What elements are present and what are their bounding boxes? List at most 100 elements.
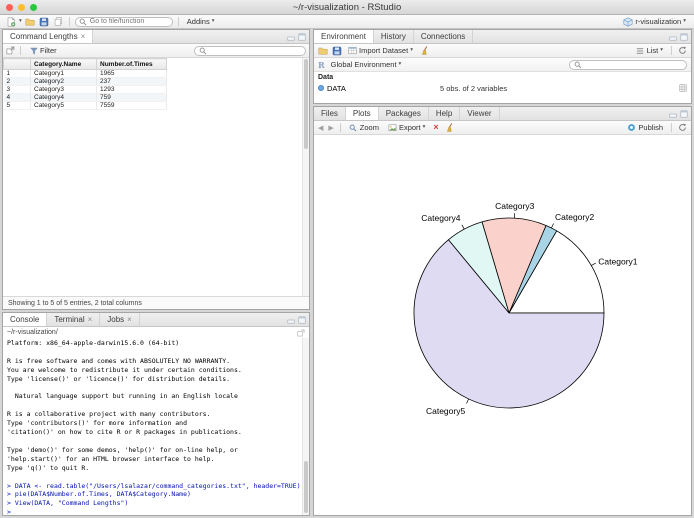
tab-plots[interactable]: Plots: [345, 107, 379, 120]
export-button[interactable]: Export ▾: [385, 122, 428, 134]
tab-label: Plots: [352, 109, 371, 118]
data-cell: Category4: [30, 93, 97, 102]
environment-object-row[interactable]: DATA 5 obs. of 2 variables: [314, 82, 691, 94]
next-plot-icon[interactable]: ▶: [327, 124, 334, 132]
pie-label-leader-line: [466, 398, 469, 404]
data-cell: Category3: [30, 85, 97, 94]
list-icon: [636, 46, 645, 55]
remove-plot-icon[interactable]: ×: [431, 123, 440, 132]
tab-jobs[interactable]: Jobs ×: [100, 313, 140, 326]
data-cell: 759: [96, 93, 167, 102]
column-header-category-name[interactable]: Category.Name: [30, 58, 97, 70]
save-workspace-icon[interactable]: [331, 45, 342, 56]
console-popout-icon[interactable]: [296, 328, 305, 337]
console-line: > View(DATA, "Command Lengths"): [7, 499, 129, 508]
toolbar-separator: [339, 123, 341, 132]
maximize-pane-icon[interactable]: [679, 109, 688, 118]
zoom-window-button[interactable]: [30, 3, 37, 11]
toolbar-separator: [20, 46, 21, 55]
import-dataset-button[interactable]: Import Dataset ▾: [345, 45, 416, 57]
filter-button[interactable]: Filter: [26, 45, 60, 57]
close-terminal-icon[interactable]: ×: [88, 315, 93, 324]
table-row[interactable]: 2 Category2 237: [3, 77, 167, 86]
tab-history[interactable]: History: [374, 30, 414, 43]
titlebar: ~/r-visualization - RStudio: [0, 0, 694, 15]
tab-terminal[interactable]: Terminal ×: [47, 313, 101, 326]
view-table-icon[interactable]: [678, 84, 687, 93]
table-row[interactable]: 4 Category4 759: [3, 93, 167, 102]
goto-file-input[interactable]: [89, 18, 169, 25]
refresh-icon[interactable]: [677, 45, 688, 56]
tab-label: Connections: [420, 32, 466, 41]
tab-label: Viewer: [467, 109, 492, 118]
row-number-header[interactable]: [3, 58, 31, 70]
minimize-window-button[interactable]: [18, 3, 25, 11]
console-line: Type 'license()' or 'licence()' for dist…: [7, 374, 231, 383]
project-menu-button[interactable]: r-visualization ▾: [619, 16, 689, 28]
toolbar-separator: [68, 17, 70, 26]
minimize-pane-icon[interactable]: [286, 315, 295, 324]
close-window-button[interactable]: [6, 3, 13, 11]
environment-search-input[interactable]: [584, 61, 683, 68]
goto-file-search[interactable]: [74, 16, 173, 27]
publish-button[interactable]: Publish: [624, 122, 666, 134]
data-cell: 1965: [96, 69, 167, 78]
tab-connections[interactable]: Connections: [414, 30, 474, 43]
table-header-row: Category.Name Number.of.Times: [3, 58, 167, 70]
list-view-button[interactable]: List ▾: [633, 45, 666, 57]
save-all-icon[interactable]: [53, 16, 64, 27]
tab-console[interactable]: Console: [3, 313, 48, 326]
tab-files[interactable]: Files: [314, 107, 346, 120]
column-header-number-of-times[interactable]: Number.of.Times: [96, 58, 167, 70]
tab-label: Terminal: [54, 315, 85, 324]
tab-environment[interactable]: Environment: [314, 30, 374, 43]
maximize-pane-icon[interactable]: [679, 32, 688, 41]
close-jobs-icon[interactable]: ×: [127, 315, 132, 324]
new-file-dropdown-caret[interactable]: ▾: [19, 18, 22, 25]
refresh-plot-icon[interactable]: [677, 122, 688, 133]
scope-label: Global Environment: [330, 60, 397, 69]
list-view-label: List: [646, 46, 659, 55]
pie-label-leader-line: [591, 262, 596, 266]
environment-section-data: Data: [318, 74, 334, 81]
maximize-pane-icon[interactable]: [297, 32, 306, 41]
table-row[interactable]: 5 Category5 7559: [3, 101, 167, 110]
global-environment-dropdown[interactable]: Global Environment ▾: [328, 59, 405, 71]
data-cell: 237: [96, 77, 167, 86]
clear-plots-broom-icon[interactable]: [444, 122, 455, 133]
tab-help[interactable]: Help: [429, 107, 461, 120]
save-icon[interactable]: [39, 16, 50, 27]
minimize-pane-icon[interactable]: [286, 32, 295, 41]
tab-viewer[interactable]: Viewer: [460, 107, 500, 120]
popout-window-icon[interactable]: [6, 46, 15, 55]
clear-workspace-broom-icon[interactable]: [419, 45, 430, 56]
minimize-pane-icon[interactable]: [668, 32, 677, 41]
pie-label-category1: Category1: [598, 257, 637, 267]
maximize-pane-icon[interactable]: [297, 315, 306, 324]
open-file-icon[interactable]: [25, 16, 36, 27]
minimize-pane-icon[interactable]: [668, 109, 677, 118]
data-viewer-toolbar: Filter: [3, 44, 309, 58]
data-search-box[interactable]: [194, 45, 306, 56]
environment-search-box[interactable]: [569, 59, 687, 70]
console-output[interactable]: Platform: x86_64-apple-darwin15.6.0 (64-…: [3, 338, 301, 515]
addins-button[interactable]: Addins ▾: [184, 16, 218, 28]
data-search-input[interactable]: [209, 47, 302, 54]
scrollbar-thumb[interactable]: [304, 461, 308, 513]
previous-plot-icon[interactable]: ◀: [317, 124, 324, 132]
console-scrollbar[interactable]: [302, 338, 309, 515]
scrollbar-thumb[interactable]: [304, 59, 308, 149]
tab-command-lengths[interactable]: Command Lengths ×: [3, 30, 94, 43]
load-workspace-icon[interactable]: [317, 45, 328, 56]
row-number-cell: 1: [3, 69, 31, 78]
console-line: Type 'contributors()' for more informati…: [7, 419, 188, 428]
new-file-icon[interactable]: [5, 16, 16, 27]
table-row[interactable]: 3 Category3 1293: [3, 85, 167, 94]
environment-pane: Environment History Connections Import D…: [313, 29, 692, 104]
data-viewer-scrollbar[interactable]: [302, 58, 309, 296]
table-row[interactable]: 1 Category1 1965: [3, 69, 167, 78]
close-tab-icon[interactable]: ×: [81, 32, 86, 41]
tab-packages[interactable]: Packages: [379, 107, 429, 120]
zoom-button[interactable]: Zoom: [346, 122, 382, 134]
